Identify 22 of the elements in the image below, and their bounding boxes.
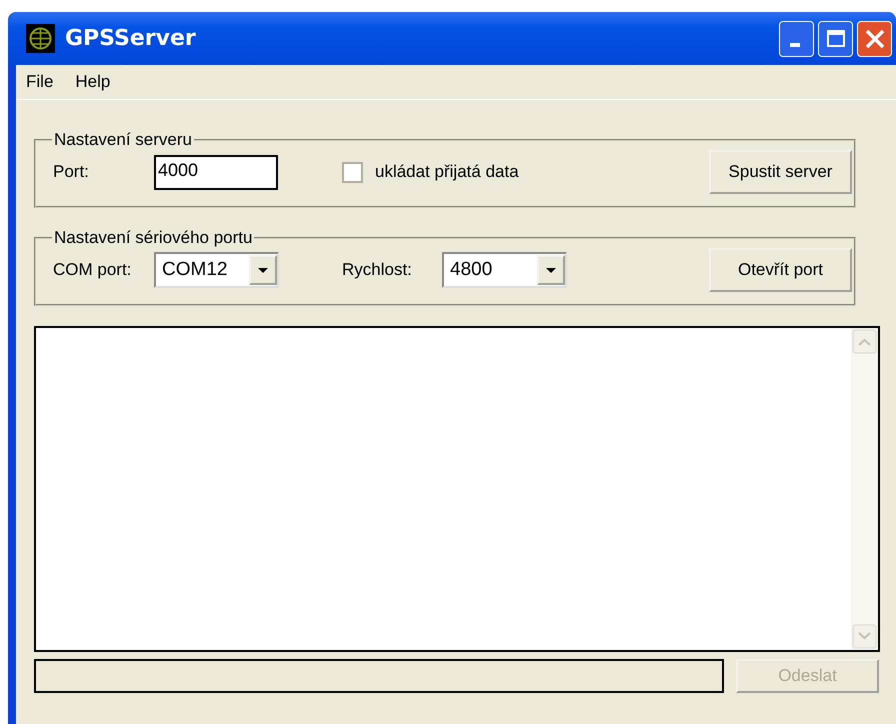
checkbox-label: ukládat přijatá data	[375, 162, 520, 182]
com-port-label: COM port:	[53, 260, 132, 280]
menu-item[interactable]: Help	[75, 72, 110, 92]
maximize-button[interactable]	[818, 20, 853, 56]
open-port-button[interactable]: Otevřít port	[709, 248, 852, 292]
minimize-icon	[790, 42, 800, 46]
menu-item[interactable]: File	[26, 72, 54, 92]
group-title: Nastavení serveru	[53, 130, 193, 150]
save-checkbox[interactable]	[342, 162, 363, 182]
window-title: GPSServer	[65, 26, 197, 51]
globe-icon	[26, 24, 55, 53]
close-button[interactable]	[857, 20, 892, 56]
port-field[interactable]: 4000	[154, 154, 278, 190]
speed-label: Rychlost:	[342, 260, 413, 280]
close-icon	[864, 28, 886, 50]
start-server-button[interactable]: Spustit server	[709, 150, 852, 194]
speed-dropdown[interactable]: 4800	[442, 252, 567, 288]
maximize-icon	[826, 28, 846, 48]
com-port-dropdown[interactable]: COM12	[154, 252, 279, 288]
group-title: Nastavení sériového portu	[53, 228, 254, 248]
port-label: Port:	[53, 162, 90, 182]
minimize-button[interactable]	[779, 20, 814, 56]
